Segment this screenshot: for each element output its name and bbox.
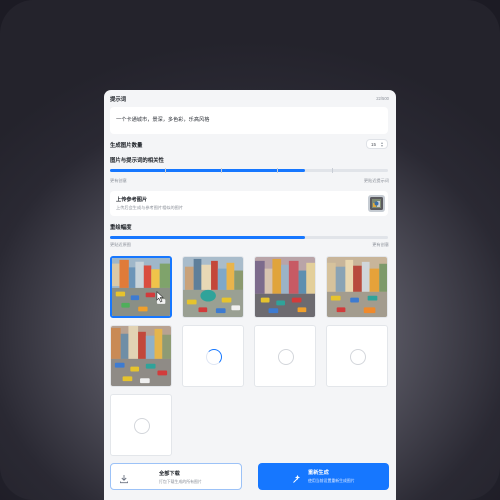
chevron-updown-icon: ▴ ▾ <box>381 139 384 149</box>
regenerate-button[interactable]: 重新生成 使用当前设置重新生成图片 <box>258 463 389 490</box>
count-select[interactable]: 15 ▴ ▾ <box>366 139 388 149</box>
slider-tick <box>165 168 166 173</box>
relevance-slider-fill <box>110 169 305 172</box>
relevance-label: 图片与提示词的相关性 <box>110 158 164 164</box>
generated-image[interactable] <box>326 256 388 318</box>
download-all-button[interactable]: 全部下载 打包下载生成的所有图片 <box>110 463 242 490</box>
generated-image-placeholder <box>254 325 316 387</box>
relevance-min-label: 更有创意 <box>110 178 127 183</box>
slider-tick <box>332 168 333 173</box>
generated-image[interactable] <box>110 256 172 318</box>
redraw-slider[interactable] <box>110 236 388 239</box>
redraw-min-label: 更贴近原图 <box>110 242 131 247</box>
slider-tick <box>277 168 278 173</box>
download-title: 全部下载 <box>159 471 180 477</box>
generated-image-placeholder <box>326 325 388 387</box>
regenerate-title: 重新生成 <box>308 470 329 476</box>
generated-image[interactable] <box>182 256 244 318</box>
generated-image-placeholder <box>110 394 172 456</box>
regenerate-sub: 使用当前设置重新生成图片 <box>308 478 355 483</box>
download-sub: 打包下载生成的所有图片 <box>159 479 202 484</box>
prompt-text: 一个卡通城市，景深，多色彩，乐高风格 <box>116 117 210 123</box>
device-frame: 提示词 22/500 一个卡通城市，景深，多色彩，乐高风格 生成图片数量 15 … <box>0 0 500 500</box>
count-label: 生成图片数量 <box>110 143 143 149</box>
prompt-counter: 22/500 <box>376 96 389 101</box>
pending-spinner-icon <box>350 349 366 365</box>
generation-panel: 提示词 22/500 一个卡通城市，景深，多色彩，乐高风格 生成图片数量 15 … <box>104 90 396 500</box>
generated-image[interactable] <box>110 325 172 387</box>
count-value: 15 <box>371 141 377 147</box>
redraw-label: 重绘幅度 <box>110 225 132 231</box>
relevance-max-label: 更贴近提示词 <box>363 178 389 183</box>
slider-tick <box>221 168 222 173</box>
loading-spinner-icon <box>206 349 222 365</box>
generated-image-loading <box>182 325 244 387</box>
reference-thumbnail <box>368 195 385 212</box>
redraw-max-label: 更有创意 <box>372 242 389 247</box>
generated-image[interactable] <box>254 256 316 318</box>
prompt-input[interactable]: 一个卡通城市，景深，多色彩，乐高风格 <box>110 107 388 134</box>
download-icon <box>119 471 129 489</box>
reference-upload[interactable]: 上传参考图片 上传后会生成与参考图片相似的图片 <box>110 191 388 216</box>
redraw-slider-fill <box>110 236 305 239</box>
reference-desc: 上传后会生成与参考图片相似的图片 <box>116 205 184 210</box>
relevance-slider[interactable] <box>110 168 388 173</box>
magic-wand-icon <box>292 471 301 489</box>
reference-title: 上传参考图片 <box>116 197 148 203</box>
prompt-title: 提示词 <box>110 97 127 103</box>
pending-spinner-icon <box>134 418 150 434</box>
pending-spinner-icon <box>278 349 294 365</box>
